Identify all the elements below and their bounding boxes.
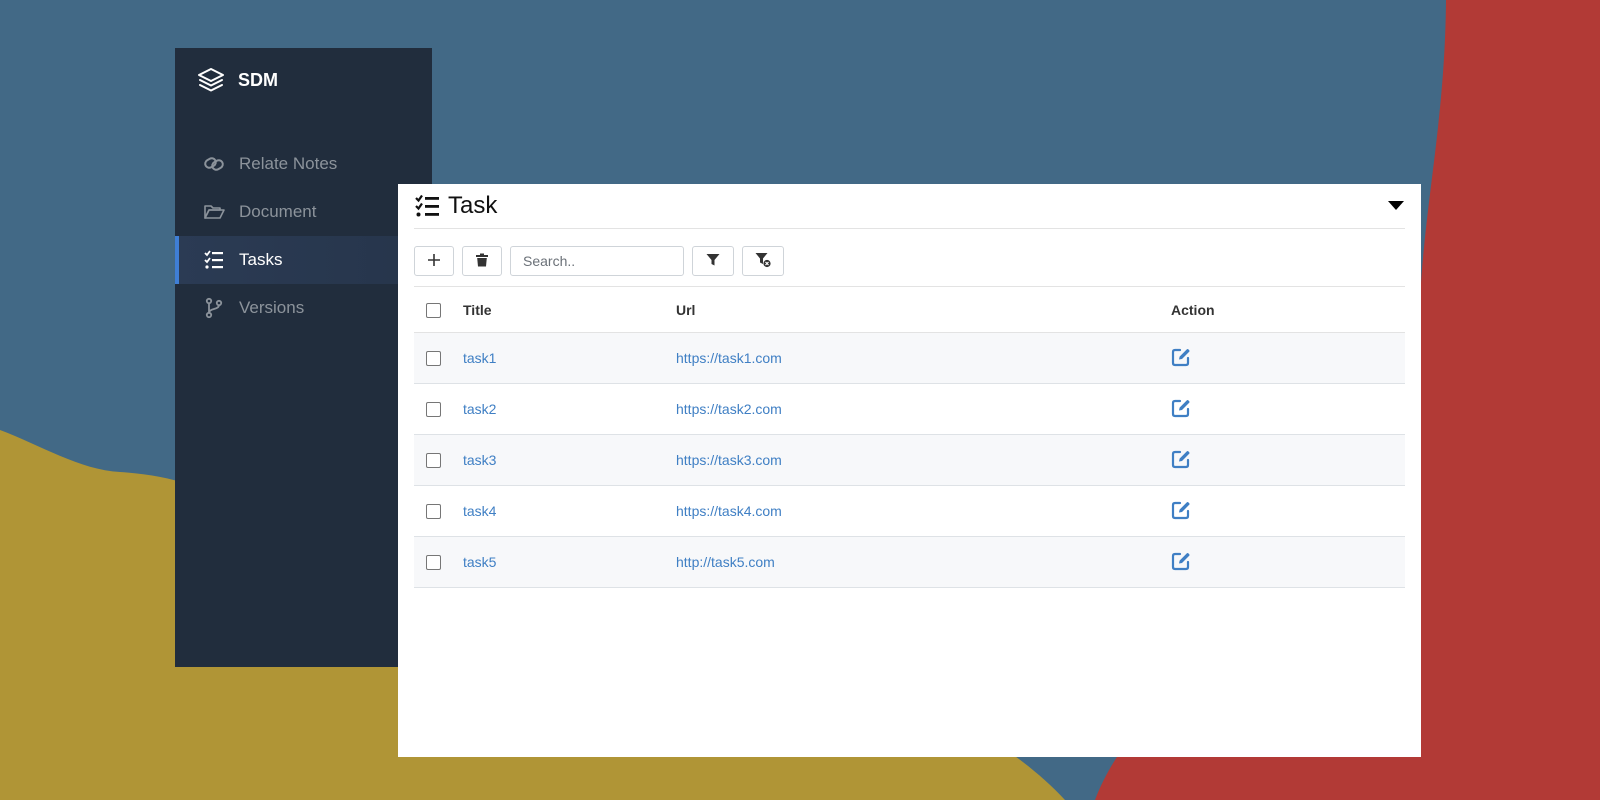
sidebar-item-document[interactable]: Document <box>175 188 432 236</box>
task-title-link[interactable]: task4 <box>463 503 496 519</box>
task-title-link[interactable]: task5 <box>463 554 496 570</box>
filter-icon <box>706 253 720 270</box>
edit-icon[interactable] <box>1171 398 1191 418</box>
link-icon <box>203 153 225 175</box>
toolbar <box>414 245 792 277</box>
sidebar: SDM Relate Notes Document Tasks Versions <box>175 48 432 667</box>
table-row: task1 https://task1.com <box>414 332 1405 384</box>
panel-title: Task <box>448 192 498 219</box>
brand[interactable]: SDM <box>197 66 278 94</box>
column-header-title[interactable]: Title <box>462 286 675 333</box>
task-title-link[interactable]: task3 <box>463 452 496 468</box>
panel-header: Task <box>414 184 1405 229</box>
brand-name: SDM <box>238 69 278 90</box>
task-url-link[interactable]: https://task2.com <box>676 401 782 417</box>
plus-icon <box>427 253 441 270</box>
task-url-link[interactable]: https://task4.com <box>676 503 782 519</box>
filter-clear-icon <box>755 252 771 271</box>
code-branch-icon <box>203 297 225 319</box>
trash-icon <box>475 253 489 270</box>
row-checkbox[interactable] <box>426 504 441 520</box>
edit-icon[interactable] <box>1171 449 1191 469</box>
tasks-icon <box>203 249 225 271</box>
sidebar-item-label: Relate Notes <box>239 154 338 173</box>
layers-icon <box>197 66 225 94</box>
edit-icon[interactable] <box>1171 551 1191 571</box>
edit-icon[interactable] <box>1171 347 1191 367</box>
column-header-action: Action <box>1170 286 1405 333</box>
add-button[interactable] <box>414 246 454 276</box>
table-row: task5 http://task5.com <box>414 536 1405 588</box>
edit-icon[interactable] <box>1171 500 1191 520</box>
task-title-link[interactable]: task1 <box>463 350 496 366</box>
caret-down-icon[interactable] <box>1387 198 1405 212</box>
table-row: task2 https://task2.com <box>414 383 1405 435</box>
task-panel: Task Search.. Title Url Action task1 htt… <box>398 184 1421 757</box>
task-url-link[interactable]: https://task1.com <box>676 350 782 366</box>
table-row: task4 https://task4.com <box>414 485 1405 537</box>
select-all-checkbox[interactable] <box>426 302 441 318</box>
sidebar-item-label: Versions <box>239 298 305 317</box>
search-input[interactable] <box>510 246 684 276</box>
row-checkbox[interactable] <box>426 351 441 367</box>
sidebar-item-versions[interactable]: Versions <box>175 284 432 332</box>
table-header-row: Title Url Action <box>414 286 1405 333</box>
row-checkbox[interactable] <box>426 555 441 571</box>
table-row: task3 https://task3.com <box>414 434 1405 486</box>
task-url-link[interactable]: http://task5.com <box>676 554 775 570</box>
folder-open-icon <box>203 201 225 223</box>
task-url-link[interactable]: https://task3.com <box>676 452 782 468</box>
task-table: Title Url Action task1 https://task1.com t… <box>414 286 1405 588</box>
sidebar-nav: Relate Notes Document Tasks Versions <box>175 140 432 332</box>
task-title-link[interactable]: task2 <box>463 401 496 417</box>
sidebar-item-relate-notes[interactable]: Relate Notes <box>175 140 432 188</box>
delete-button[interactable] <box>462 246 502 276</box>
row-checkbox[interactable] <box>426 402 441 418</box>
tasks-icon <box>414 193 440 219</box>
sidebar-item-label: Tasks <box>239 250 283 269</box>
clear-filter-button[interactable] <box>742 246 784 276</box>
sidebar-item-tasks[interactable]: Tasks <box>175 236 432 284</box>
row-checkbox[interactable] <box>426 453 441 469</box>
column-header-url[interactable]: Url <box>675 286 1170 333</box>
filter-button[interactable] <box>692 246 734 276</box>
sidebar-item-label: Document <box>239 202 317 221</box>
